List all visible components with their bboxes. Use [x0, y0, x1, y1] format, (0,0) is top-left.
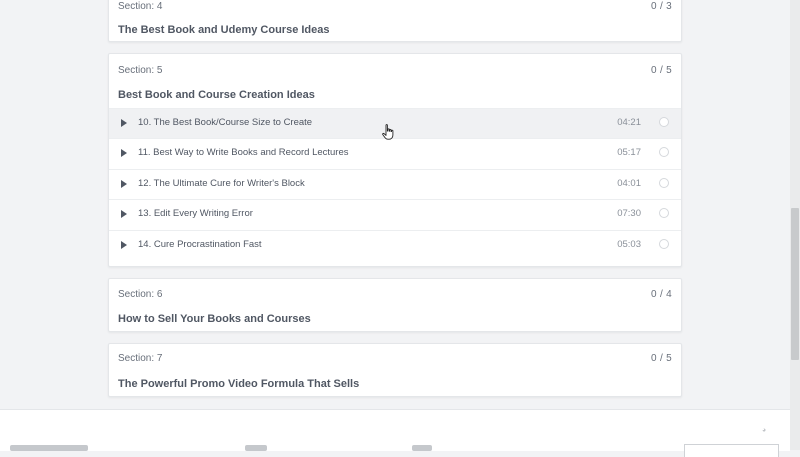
play-icon[interactable]	[121, 210, 127, 218]
section-title[interactable]: The Powerful Promo Video Formula That Se…	[118, 378, 359, 390]
section-card-7[interactable]: Section: 7 0 / 5 The Powerful Promo Vide…	[108, 343, 682, 397]
lecture-row[interactable]: 10. The Best Book/Course Size to Create …	[109, 108, 681, 138]
lecture-duration: 04:21	[617, 117, 641, 128]
section-title[interactable]: The Best Book and Udemy Course Ideas	[118, 24, 330, 36]
section-label: Section: 4	[118, 1, 163, 12]
lecture-row[interactable]: 12. The Ultimate Cure for Writer's Block…	[109, 169, 681, 199]
lecture-title[interactable]: 11. Best Way to Write Books and Record L…	[138, 147, 349, 158]
circle-check-icon[interactable]	[659, 117, 669, 127]
section-card-5[interactable]: Section: 5 0 / 5 Best Book and Course Cr…	[108, 53, 682, 267]
circle-check-icon[interactable]	[659, 147, 669, 157]
lecture-duration: 04:01	[617, 178, 641, 189]
section-label: Section: 7	[118, 353, 163, 364]
play-icon[interactable]	[121, 119, 127, 127]
section-progress-count: 0 / 4	[651, 289, 672, 300]
play-icon[interactable]	[121, 180, 127, 188]
watermark-icon: ◕	[762, 427, 767, 434]
hand-pointer-icon	[382, 124, 394, 140]
section-title[interactable]: Best Book and Course Creation Ideas	[118, 89, 315, 101]
vertical-scrollbar[interactable]	[790, 0, 800, 450]
lecture-title[interactable]: 10. The Best Book/Course Size to Create	[138, 117, 312, 128]
section-title[interactable]: How to Sell Your Books and Courses	[118, 313, 311, 325]
circle-check-icon[interactable]	[659, 239, 669, 249]
section-progress-count: 0 / 5	[651, 353, 672, 364]
footer-link[interactable]	[10, 445, 88, 451]
scrollbar-thumb[interactable]	[791, 208, 799, 360]
lecture-duration: 05:17	[617, 147, 641, 158]
lecture-title[interactable]: 13. Edit Every Writing Error	[138, 208, 253, 219]
lecture-row[interactable]: 14. Cure Procrastination Fast 05:03	[109, 230, 681, 260]
lecture-title[interactable]: 14. Cure Procrastination Fast	[138, 239, 262, 250]
lecture-title[interactable]: 12. The Ultimate Cure for Writer's Block	[138, 178, 305, 189]
language-select[interactable]	[684, 444, 779, 457]
section-card-6[interactable]: Section: 6 0 / 4 How to Sell Your Books …	[108, 278, 682, 332]
section-label: Section: 5	[118, 65, 163, 76]
play-icon[interactable]	[121, 241, 127, 249]
section-card-4[interactable]: Section: 4 0 / 3 The Best Book and Udemy…	[108, 0, 682, 42]
section-progress-count: 0 / 3	[651, 1, 672, 12]
circle-check-icon[interactable]	[659, 178, 669, 188]
footer-link[interactable]	[245, 445, 267, 451]
lecture-duration: 07:30	[617, 208, 641, 219]
page-footer	[0, 409, 790, 457]
section-label: Section: 6	[118, 289, 163, 300]
section-progress-count: 0 / 5	[651, 65, 672, 76]
lecture-row[interactable]: 13. Edit Every Writing Error 07:30	[109, 199, 681, 229]
lecture-row[interactable]: 11. Best Way to Write Books and Record L…	[109, 138, 681, 168]
circle-check-icon[interactable]	[659, 208, 669, 218]
lecture-duration: 05:03	[617, 239, 641, 250]
play-icon[interactable]	[121, 149, 127, 157]
footer-link[interactable]	[412, 445, 432, 451]
